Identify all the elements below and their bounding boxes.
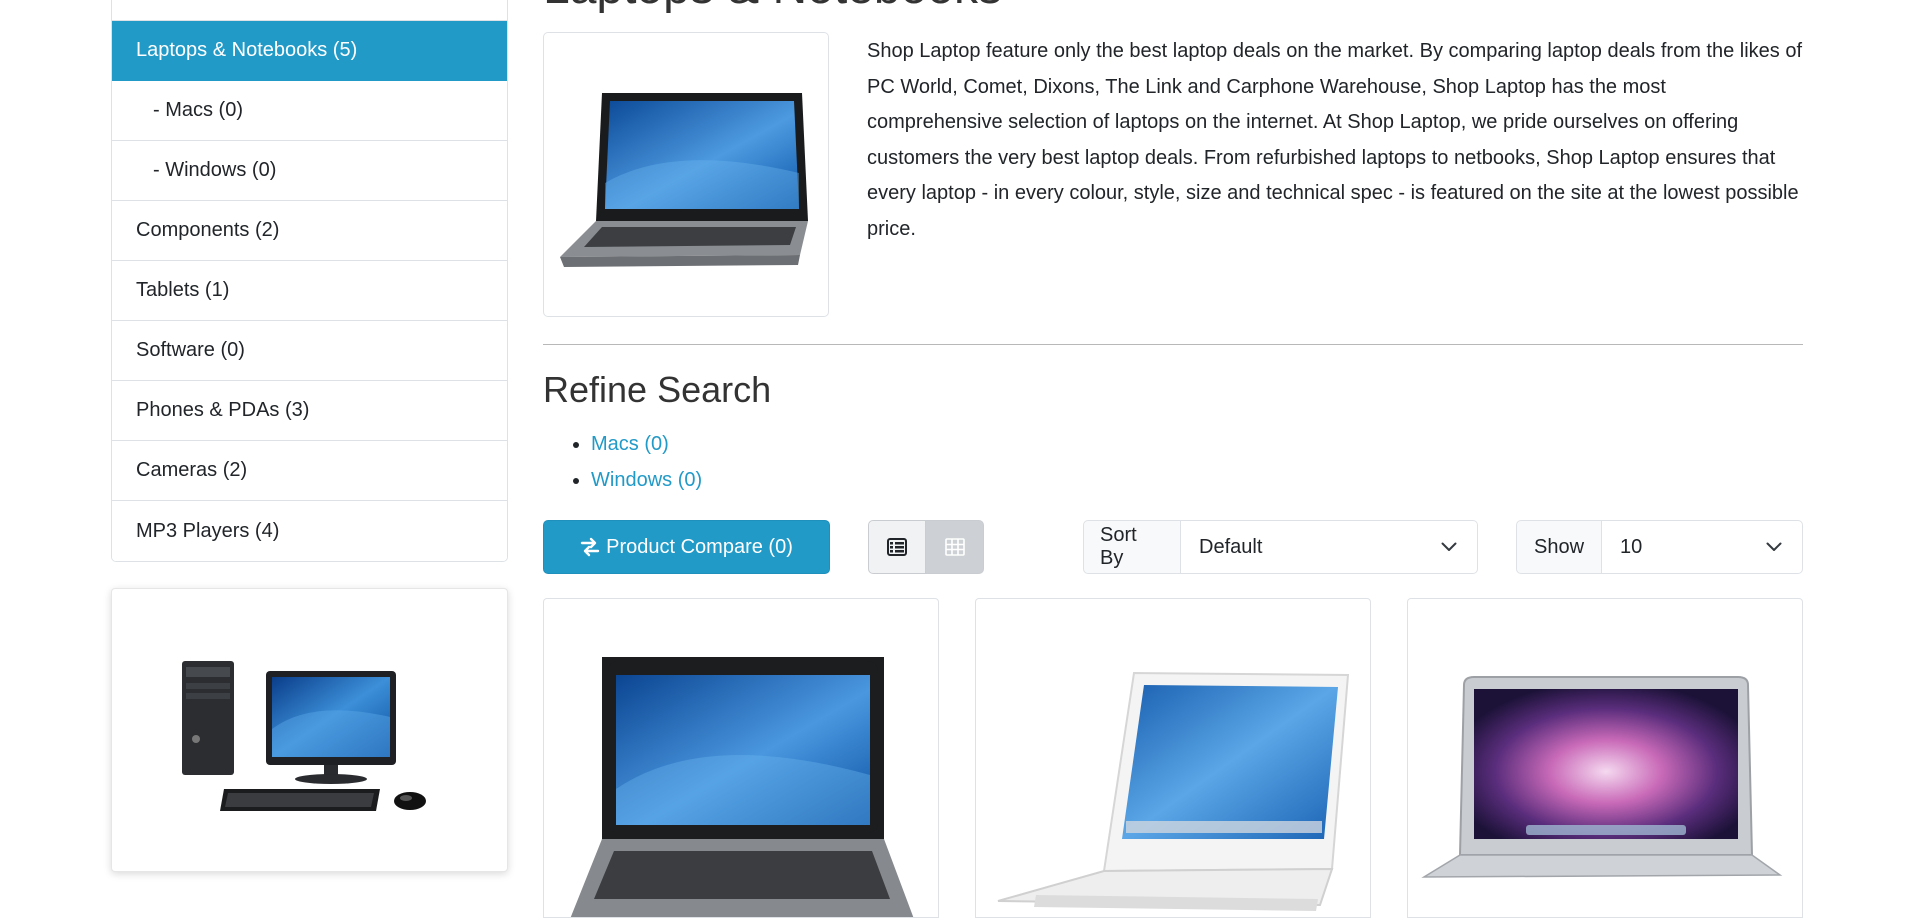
hp-laptop-image xyxy=(570,657,914,917)
desktop-computer-image xyxy=(182,661,426,811)
sort-by-select[interactable]: Default xyxy=(1181,520,1478,574)
sidebar-item-windows[interactable]: - Windows (0) xyxy=(112,141,507,201)
product-card[interactable] xyxy=(1407,598,1803,918)
refine-search-title: Refine Search xyxy=(543,369,772,410)
sidebar-item-phones-pdas[interactable]: Phones & PDAs (3) xyxy=(112,381,507,441)
sidebar-banner[interactable] xyxy=(111,588,508,872)
sort-by-group: Sort By Default xyxy=(1083,520,1478,574)
divider xyxy=(543,344,1803,345)
sidebar-item-software[interactable]: Software (0) xyxy=(112,321,507,381)
sidebar-item-tablets[interactable]: Tablets (1) xyxy=(112,261,507,321)
macbook-air-image xyxy=(1421,676,1783,878)
category-description: Shop Laptop feature only the best laptop… xyxy=(867,40,1803,240)
chevron-down-icon xyxy=(1766,542,1782,551)
list-item: Windows (0) xyxy=(591,462,702,498)
refine-search-list: Macs (0) Windows (0) xyxy=(543,426,702,498)
category-thumbnail[interactable] xyxy=(543,32,829,317)
show-label: Show xyxy=(1516,520,1602,574)
product-card[interactable] xyxy=(543,598,939,918)
show-limit-select[interactable]: 10 xyxy=(1602,520,1803,574)
chevron-down-icon xyxy=(1441,542,1457,551)
list-view-icon xyxy=(887,538,907,556)
sidebar-item-cameras[interactable]: Cameras (2) xyxy=(112,441,507,501)
white-macbook-image xyxy=(997,671,1350,911)
sidebar-item-mp3-players[interactable]: MP3 Players (4) xyxy=(112,501,507,561)
category-list: Desktops (13) Laptops & Notebooks (5) - … xyxy=(111,0,508,562)
show-limit-value: 10 xyxy=(1620,535,1643,558)
laptop-image xyxy=(560,93,808,267)
refine-link-windows[interactable]: Windows (0) xyxy=(591,469,702,491)
refine-link-macs[interactable]: Macs (0) xyxy=(591,433,669,455)
list-view-button[interactable] xyxy=(868,520,926,574)
sort-by-label: Sort By xyxy=(1083,520,1181,574)
arrows-exchange-icon xyxy=(580,537,600,557)
product-compare-label: Product Compare (0) xyxy=(606,535,793,558)
product-card[interactable] xyxy=(975,598,1371,918)
page-title: Laptops & Notebooks xyxy=(543,0,1002,16)
grid-view-button[interactable] xyxy=(926,520,984,574)
sidebar-item-desktops[interactable]: Desktops (13) xyxy=(112,0,507,21)
grid-view-icon xyxy=(944,538,965,556)
list-item: Macs (0) xyxy=(591,426,702,462)
sort-by-value: Default xyxy=(1199,535,1263,558)
view-toggle xyxy=(868,520,984,574)
sidebar-item-components[interactable]: Components (2) xyxy=(112,201,507,261)
sidebar-item-laptops-notebooks[interactable]: Laptops & Notebooks (5) xyxy=(112,21,507,81)
sidebar-item-macs[interactable]: - Macs (0) xyxy=(112,81,507,141)
product-compare-button[interactable]: Product Compare (0) xyxy=(543,520,830,574)
sidebar: Desktops (13) Laptops & Notebooks (5) - … xyxy=(111,0,508,872)
show-limit-group: Show 10 xyxy=(1516,520,1803,574)
